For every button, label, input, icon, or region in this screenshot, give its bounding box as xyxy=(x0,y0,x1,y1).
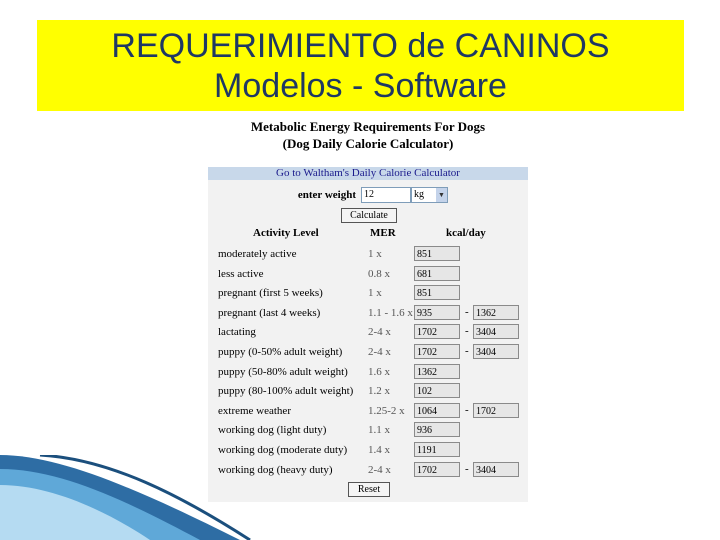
slide-title: REQUERIMIENTO de CANINOS Modelos - Softw… xyxy=(37,20,684,111)
kcal-high-field[interactable]: 1362 xyxy=(473,304,519,320)
activity-label: extreme weather xyxy=(218,404,291,417)
column-header-mer: MER xyxy=(370,227,396,239)
weight-row: enter weight 12 kg ▼ xyxy=(208,187,528,205)
range-dash: - xyxy=(465,403,469,416)
table-row: puppy (0-50% adult weight) 2-4 x 1702-3404 xyxy=(208,344,528,363)
mer-factor: 1.1 - 1.6 x xyxy=(368,306,413,319)
unit-select-value: kg xyxy=(414,189,424,200)
column-header-activity: Activity Level xyxy=(253,227,319,239)
kcal-low-field[interactable]: 1702 xyxy=(414,344,460,359)
table-header: Activity Level MER kcal/day xyxy=(208,227,528,241)
calorie-calculator-panel: Go to Waltham's Daily Calorie Calculator… xyxy=(208,167,528,502)
mer-factor: 1.6 x xyxy=(368,365,390,378)
waltham-calculator-link[interactable]: Go to Waltham's Daily Calorie Calculator xyxy=(208,167,528,180)
kcal-low-field[interactable]: 935 xyxy=(414,304,460,320)
calculator-heading-line1: Metabolic Energy Requirements For Dogs xyxy=(250,119,486,134)
weight-label: enter weight xyxy=(297,189,356,201)
mer-factor: 1 x xyxy=(368,287,382,300)
table-row: extreme weather 1.25-2 x 1064-1702 xyxy=(208,402,528,422)
column-header-kcal: kcal/day xyxy=(446,227,486,239)
kcal-low-field[interactable]: 102 xyxy=(414,383,460,399)
mer-factor: 1.2 x xyxy=(368,385,390,398)
kcal-low-field[interactable]: 851 xyxy=(414,246,460,261)
mer-factor: 0.8 x xyxy=(368,267,390,280)
activity-label: puppy (80-100% adult weight) xyxy=(218,385,354,398)
mer-factor: 2-4 x xyxy=(368,463,391,476)
activity-label: less active xyxy=(218,267,264,280)
range-dash: - xyxy=(465,345,469,357)
range-dash: - xyxy=(465,462,469,475)
mer-factor: 1.1 x xyxy=(368,424,390,437)
slide-title-line2: Modelos - Software xyxy=(214,67,507,105)
calculator-heading-line2: (Dog Daily Calorie Calculator) xyxy=(282,136,454,151)
mer-factor: 2-4 x xyxy=(368,346,391,358)
table-row: puppy (50-80% adult weight) 1.6 x 1362 xyxy=(208,363,528,383)
kcal-high-field[interactable]: 3404 xyxy=(473,461,519,477)
activity-label: puppy (0-50% adult weight) xyxy=(218,346,343,358)
kcal-high-field[interactable]: 3404 xyxy=(473,324,519,340)
activity-label: pregnant (first 5 weeks) xyxy=(218,287,323,300)
chevron-down-icon: ▼ xyxy=(436,188,447,202)
table-row: less active 0.8 x 681 xyxy=(208,265,528,285)
table-row: working dog (light duty) 1.1 x 936 xyxy=(208,422,528,441)
kcal-low-field[interactable]: 1191 xyxy=(414,442,460,457)
kcal-low-field[interactable]: 851 xyxy=(414,285,460,301)
calculator-heading: Metabolic Energy Requirements For Dogs (… xyxy=(208,118,528,152)
calculate-button[interactable]: Calculate xyxy=(341,208,397,223)
kcal-low-field[interactable]: 681 xyxy=(414,265,460,281)
reset-button[interactable]: Reset xyxy=(348,482,390,497)
mer-factor: 1.25-2 x xyxy=(368,404,405,417)
activity-label: lactating xyxy=(218,326,256,339)
unit-select[interactable]: kg ▼ xyxy=(411,187,448,203)
weight-input[interactable]: 12 xyxy=(361,187,411,203)
kcal-low-field[interactable]: 1362 xyxy=(414,363,460,379)
kcal-high-field[interactable]: 1702 xyxy=(473,402,519,418)
slide-decoration xyxy=(0,455,251,540)
table-row: lactating 2-4 x 1702-3404 xyxy=(208,324,528,343)
mer-factor: 1 x xyxy=(368,248,382,260)
activity-label: moderately active xyxy=(218,248,297,260)
activity-label: puppy (50-80% adult weight) xyxy=(218,365,348,378)
range-dash: - xyxy=(465,325,469,338)
kcal-low-field[interactable]: 1702 xyxy=(414,324,460,340)
kcal-high-field[interactable]: 3404 xyxy=(473,344,519,359)
table-row: puppy (80-100% adult weight) 1.2 x 102 xyxy=(208,383,528,402)
kcal-low-field[interactable]: 936 xyxy=(414,422,460,438)
activity-label: working dog (light duty) xyxy=(218,424,327,437)
slide-title-line1: REQUERIMIENTO de CANINOS xyxy=(111,27,610,65)
table-row: moderately active 1 x 851 xyxy=(208,246,528,265)
table-row: pregnant (last 4 weeks) 1.1 - 1.6 x 935-13… xyxy=(208,304,528,324)
table-row: pregnant (first 5 weeks) 1 x 851 xyxy=(208,285,528,304)
range-dash: - xyxy=(465,305,469,318)
kcal-low-field[interactable]: 1702 xyxy=(414,461,460,477)
activity-label: pregnant (last 4 weeks) xyxy=(218,306,321,319)
mer-factor: 1.4 x xyxy=(368,444,390,456)
mer-factor: 2-4 x xyxy=(368,326,391,339)
kcal-low-field[interactable]: 1064 xyxy=(414,402,460,418)
